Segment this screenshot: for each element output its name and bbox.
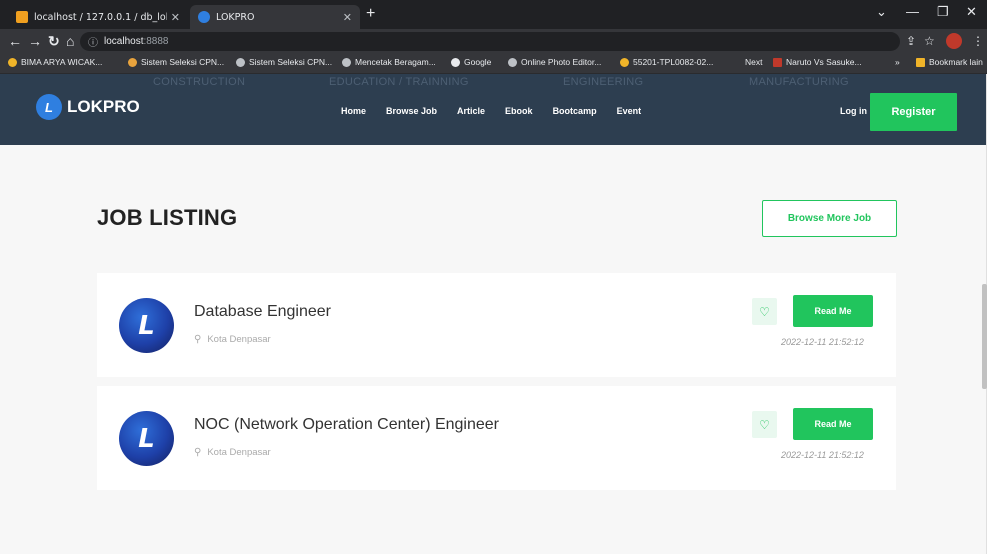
browser-toolbar: ← → ↻ ⌂ ⓘ localhost :8888 ⇪ ☆ ⋮ bbox=[0, 29, 987, 54]
lokpro-logo-icon: L bbox=[119, 298, 174, 353]
bookmark-item[interactable]: Next bbox=[745, 57, 762, 67]
category-strip: CONSTRUCTION EDUCATION / TRAINNING ENGIN… bbox=[0, 76, 987, 90]
bookmark-item[interactable]: 55201-TPL0082-02... bbox=[620, 57, 713, 67]
register-button[interactable]: Register bbox=[870, 93, 957, 131]
bookmark-favicon-icon bbox=[342, 57, 351, 67]
job-location: ⚲ Kota Denpasar bbox=[194, 334, 271, 345]
new-tab-icon[interactable]: + bbox=[366, 5, 375, 23]
page-title: JOB LISTING bbox=[97, 205, 238, 230]
job-location-text: Kota Denpasar bbox=[207, 447, 271, 458]
nav-ebook[interactable]: Ebook bbox=[505, 106, 533, 116]
minimize-icon[interactable]: — bbox=[906, 4, 919, 19]
category-label[interactable]: EDUCATION / TRAINNING bbox=[329, 76, 469, 88]
bookmark-item[interactable]: Naruto Vs Sasuke... bbox=[773, 57, 862, 67]
url-host: localhost bbox=[104, 36, 144, 47]
browse-more-job-button[interactable]: Browse More Job bbox=[762, 200, 897, 237]
tab-title: LOKPRO bbox=[216, 11, 255, 23]
bookmark-item[interactable]: Google bbox=[451, 57, 491, 67]
heart-icon[interactable]: ♡ bbox=[752, 411, 777, 438]
url-port: :8888 bbox=[143, 36, 169, 47]
google-icon bbox=[451, 57, 460, 67]
site-logo[interactable]: L LOKPRO bbox=[36, 94, 140, 120]
read-me-button[interactable]: Read Me bbox=[793, 408, 873, 440]
bookmark-item[interactable]: Sistem Seleksi CPN... bbox=[236, 57, 332, 67]
category-label[interactable]: MANUFACTURING bbox=[749, 76, 849, 88]
site-header: CONSTRUCTION EDUCATION / TRAINNING ENGIN… bbox=[0, 74, 987, 145]
reload-icon[interactable]: ↻ bbox=[48, 33, 60, 50]
share-icon[interactable]: ⇪ bbox=[906, 34, 916, 48]
bookmark-folder[interactable]: Bookmark lain bbox=[916, 57, 983, 67]
brand-name: LOKPRO bbox=[67, 97, 140, 116]
address-bar[interactable]: ⓘ localhost :8888 bbox=[80, 32, 900, 51]
nav-browse-job[interactable]: Browse Job bbox=[386, 106, 437, 116]
lokpro-logo-icon: L bbox=[119, 411, 174, 466]
bookmark-favicon-icon bbox=[773, 57, 782, 67]
forward-arrow-icon[interactable]: → bbox=[28, 33, 42, 49]
job-location-text: Kota Denpasar bbox=[207, 334, 271, 345]
bookmark-item[interactable]: Mencetak Beragam... bbox=[342, 57, 436, 67]
bookmark-favicon-icon bbox=[620, 57, 629, 67]
posted-timestamp: 2022-12-11 21:52:12 bbox=[781, 337, 864, 347]
back-arrow-icon[interactable]: ← bbox=[8, 33, 22, 49]
browser-tab-lokpro[interactable]: LOKPRO ✕ bbox=[190, 5, 360, 29]
login-link[interactable]: Log in bbox=[840, 106, 867, 116]
job-listing-section: JOB LISTING Browse More Job L Database E… bbox=[0, 145, 986, 554]
folder-icon bbox=[916, 57, 925, 67]
company-logo: L bbox=[116, 408, 177, 469]
category-label[interactable]: CONSTRUCTION bbox=[153, 76, 245, 88]
bookmark-item[interactable]: Sistem Seleksi CPN... bbox=[128, 57, 224, 67]
posted-timestamp: 2022-12-11 21:52:12 bbox=[781, 450, 864, 460]
nav-bootcamp[interactable]: Bootcamp bbox=[553, 106, 597, 116]
read-me-button[interactable]: Read Me bbox=[793, 295, 873, 327]
lokpro-favicon-icon bbox=[198, 11, 210, 23]
job-title[interactable]: NOC (Network Operation Center) Engineer bbox=[194, 416, 499, 434]
restore-icon[interactable]: ❐ bbox=[937, 4, 949, 20]
job-card[interactable]: L Database Engineer ⚲ Kota Denpasar ♡ Re… bbox=[97, 273, 896, 377]
bookmarks-bar: BIMA ARYA WICAK... Sistem Seleksi CPN...… bbox=[0, 54, 987, 74]
bookmark-star-icon[interactable]: ☆ bbox=[924, 34, 935, 48]
nav-home[interactable]: Home bbox=[341, 106, 366, 116]
tab-close-icon[interactable]: ✕ bbox=[343, 11, 352, 24]
close-window-icon[interactable]: ✕ bbox=[966, 4, 977, 20]
tab-search-icon[interactable]: ⌄ bbox=[876, 4, 887, 20]
home-icon[interactable]: ⌂ bbox=[66, 33, 74, 49]
page-scrollbar-thumb[interactable] bbox=[982, 284, 987, 389]
nav-event[interactable]: Event bbox=[617, 106, 642, 116]
more-bookmarks-icon[interactable]: » bbox=[895, 57, 900, 67]
job-location: ⚲ Kota Denpasar bbox=[194, 447, 271, 458]
job-card[interactable]: L NOC (Network Operation Center) Enginee… bbox=[97, 386, 896, 490]
location-pin-icon: ⚲ bbox=[194, 334, 202, 345]
tab-close-icon[interactable]: ✕ bbox=[171, 11, 180, 24]
more-menu-icon[interactable]: ⋮ bbox=[972, 34, 984, 48]
bookmark-item[interactable]: BIMA ARYA WICAK... bbox=[8, 57, 102, 67]
profile-avatar[interactable] bbox=[946, 33, 962, 49]
bookmark-favicon-icon bbox=[8, 57, 17, 67]
tab-title: localhost / 127.0.0.1 / db_lokpro bbox=[34, 11, 167, 23]
phpmyadmin-favicon-icon bbox=[16, 11, 28, 23]
job-title[interactable]: Database Engineer bbox=[194, 303, 331, 321]
bookmark-item[interactable]: Online Photo Editor... bbox=[508, 57, 601, 67]
logo-mark-icon: L bbox=[36, 94, 62, 120]
browser-tab-phpmyadmin[interactable]: localhost / 127.0.0.1 / db_lokpro ✕ bbox=[8, 5, 188, 29]
location-pin-icon: ⚲ bbox=[194, 447, 202, 458]
main-nav: Home Browse Job Article Ebook Bootcamp E… bbox=[341, 106, 661, 116]
nav-article[interactable]: Article bbox=[457, 106, 485, 116]
company-logo: L bbox=[116, 295, 177, 356]
bookmark-favicon-icon bbox=[128, 57, 137, 67]
bookmark-favicon-icon bbox=[236, 57, 245, 67]
heart-icon[interactable]: ♡ bbox=[752, 298, 777, 325]
bookmark-favicon-icon bbox=[508, 57, 517, 67]
browser-tab-strip: localhost / 127.0.0.1 / db_lokpro ✕ LOKP… bbox=[0, 0, 987, 29]
category-label[interactable]: ENGINEERING bbox=[563, 76, 643, 88]
site-info-icon[interactable]: ⓘ bbox=[88, 34, 98, 49]
